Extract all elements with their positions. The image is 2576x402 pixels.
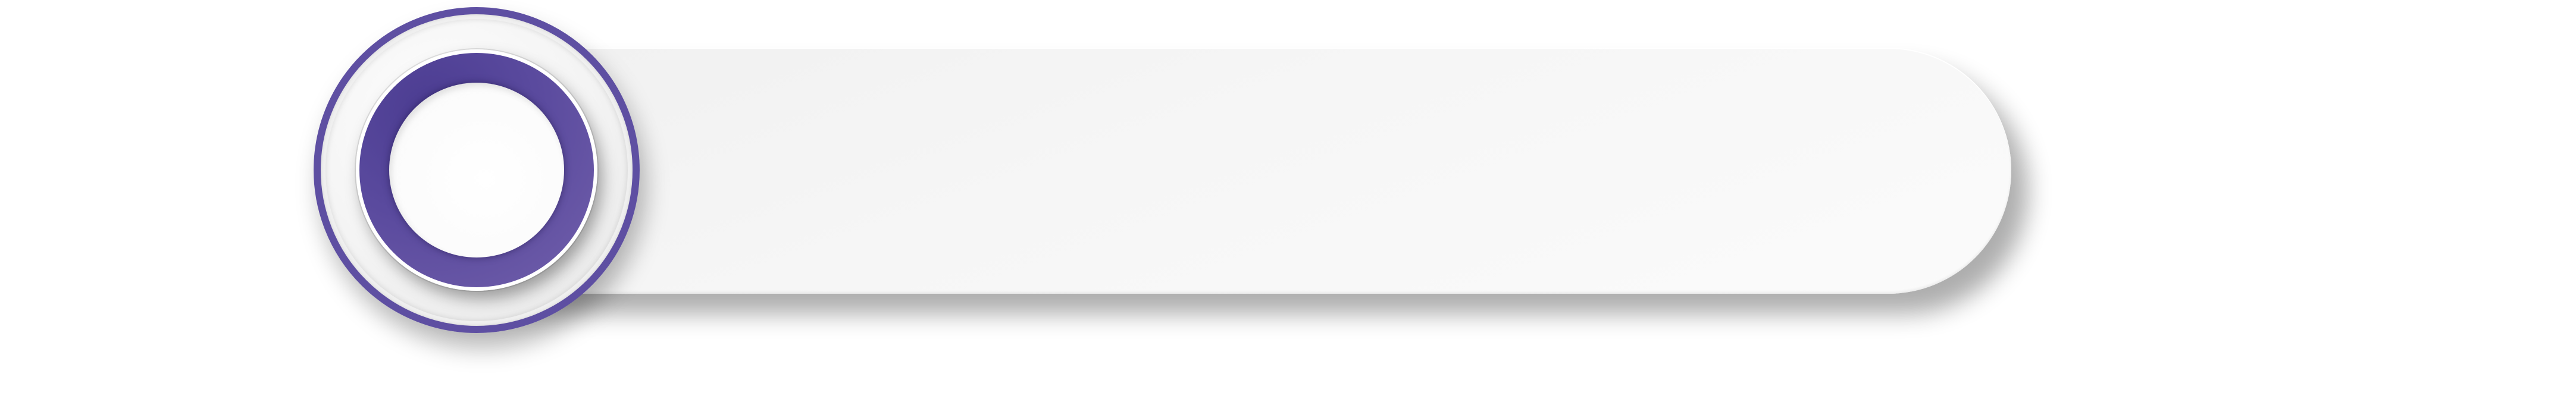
rounded-label-bar bbox=[428, 48, 2011, 294]
inner-white-circle bbox=[389, 83, 564, 257]
banner-graphic bbox=[0, 0, 2576, 402]
